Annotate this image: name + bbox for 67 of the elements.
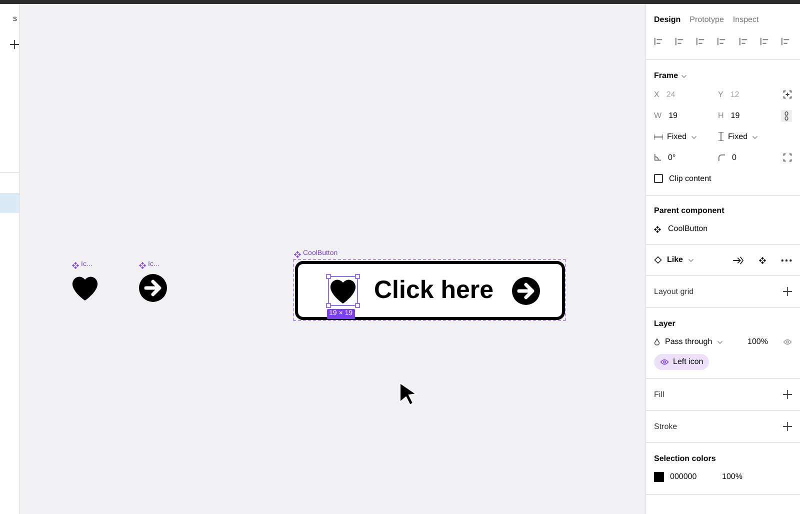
section-title: Layout grid	[654, 286, 694, 298]
sizing-dropdown[interactable]: Fixed	[667, 130, 687, 142]
panel-tab[interactable]: Prototype	[690, 14, 724, 26]
sizing-dropdown[interactable]: Fixed	[728, 130, 748, 142]
chevron-down-icon[interactable]	[717, 339, 724, 345]
align-icon[interactable]	[738, 36, 748, 46]
opacity-value[interactable]: 100%	[748, 336, 768, 348]
chevron-down-icon[interactable]	[681, 73, 688, 79]
panel-tab[interactable]: Inspect	[732, 14, 759, 26]
color-swatch[interactable]	[654, 472, 664, 482]
variable-chip[interactable]: Left icon	[654, 354, 710, 370]
field-value[interactable]: 0	[732, 152, 736, 164]
align-icon[interactable]	[654, 36, 663, 46]
heart-icon[interactable]	[70, 274, 100, 302]
arrow-circle-icon[interactable]	[512, 276, 540, 304]
diamond-icon[interactable]	[654, 256, 662, 264]
panel-tab[interactable]: Design	[654, 14, 681, 26]
component-icon[interactable]	[654, 226, 661, 232]
link-icon[interactable]	[781, 110, 792, 122]
align-icon[interactable]	[675, 36, 684, 46]
more-icon[interactable]	[781, 258, 792, 262]
opacity-value[interactable]: 100%	[722, 471, 742, 483]
field-label: Y	[718, 88, 724, 100]
section-title: Fill	[654, 388, 664, 400]
checkbox-label: Clip content	[669, 172, 712, 184]
eye-icon[interactable]	[783, 339, 792, 345]
eye-icon[interactable]	[660, 359, 669, 365]
checkbox[interactable]	[654, 174, 663, 183]
field-value[interactable]: 0°	[668, 152, 676, 164]
component-icon[interactable]	[759, 256, 766, 264]
align-icon[interactable]	[780, 36, 790, 46]
panel-title-fragment: s	[13, 13, 17, 25]
corner-radius-icon[interactable]	[718, 154, 725, 161]
section-title: Parent component	[654, 205, 724, 217]
section-title: Stroke	[654, 420, 678, 432]
arrow-circle-icon[interactable]	[139, 274, 167, 302]
button-label: Click here	[374, 274, 494, 306]
section-title: Selection colors	[654, 453, 716, 465]
field-label: H	[718, 110, 724, 122]
field-value[interactable]: 19	[730, 110, 740, 122]
cursor-icon	[398, 382, 418, 406]
vertical-resize-icon[interactable]	[718, 132, 724, 141]
horizontal-resize-icon[interactable]	[654, 134, 663, 140]
section-title: Frame	[654, 70, 678, 82]
chevron-down-icon[interactable]	[690, 134, 697, 140]
field-value[interactable]: 19	[668, 110, 678, 122]
plus-icon[interactable]	[783, 390, 792, 399]
blend-dropdown[interactable]: Pass through	[665, 336, 712, 348]
field-label: X	[654, 88, 660, 100]
section-title: Layer	[654, 318, 676, 330]
instance-dropdown[interactable]: Like	[667, 254, 684, 266]
hex-value[interactable]: 000000	[670, 471, 716, 483]
angle-icon[interactable]	[654, 154, 661, 161]
go-to-main-icon[interactable]	[733, 256, 744, 264]
align-icon[interactable]	[696, 36, 706, 46]
plus-icon[interactable]	[10, 40, 19, 48]
field-label: W	[654, 110, 662, 122]
expand-corners-icon[interactable]	[783, 153, 792, 162]
frame-target-icon[interactable]	[783, 90, 792, 99]
align-icon[interactable]	[717, 36, 726, 46]
chevron-down-icon[interactable]	[688, 257, 694, 263]
align-icon[interactable]	[760, 36, 769, 46]
component-link[interactable]: CoolButton	[668, 223, 708, 235]
blend-drop-icon[interactable]	[654, 338, 660, 346]
plus-icon[interactable]	[783, 287, 792, 296]
chevron-down-icon[interactable]	[752, 134, 758, 140]
plus-icon[interactable]	[783, 422, 792, 431]
